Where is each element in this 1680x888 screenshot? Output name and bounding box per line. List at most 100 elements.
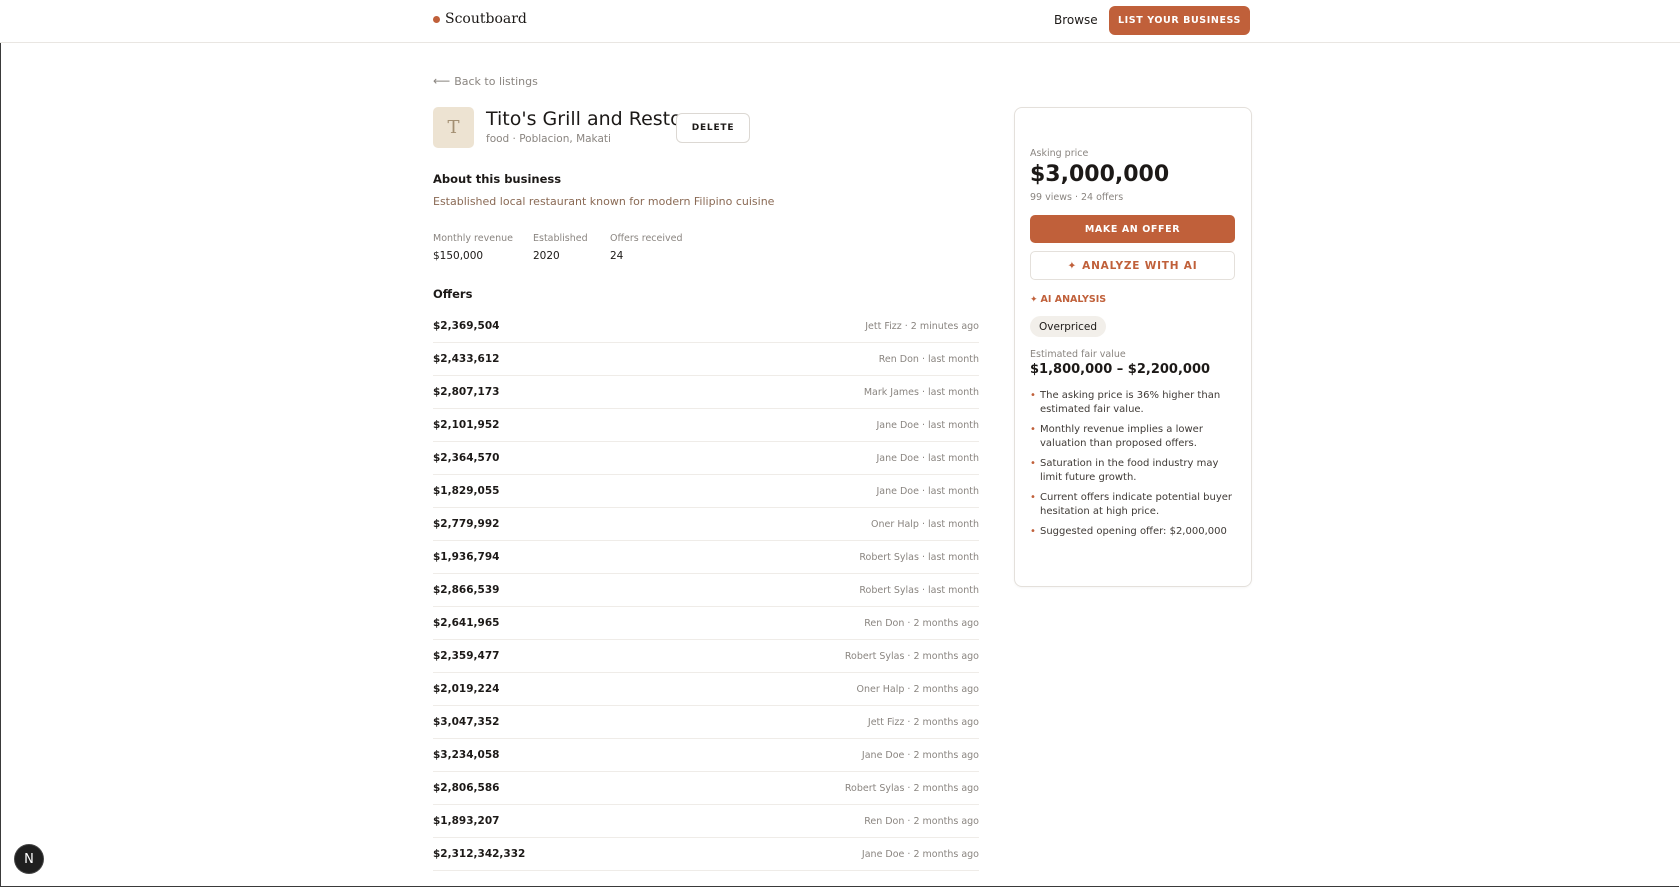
- offer-row: $2,641,965 Ren Don · 2 months ago: [433, 607, 979, 640]
- ai-analysis-point-text: Monthly revenue implies a lower valuatio…: [1040, 424, 1203, 449]
- logo-text: Scoutboard: [445, 11, 527, 27]
- ai-analysis-point: • Current offers indicate potential buyer…: [1030, 491, 1242, 519]
- offer-amount: $2,433,612: [433, 353, 500, 365]
- sparkle-icon: ✦: [1067, 259, 1078, 272]
- logo-dot-icon: [433, 15, 440, 23]
- analyze-with-ai-button[interactable]: ✦ ANALYZE WITH AI: [1030, 251, 1235, 280]
- offer-meta: Mark James · last month: [863, 386, 979, 398]
- fair-value-label: Estimated fair value: [1030, 349, 1126, 360]
- sparkle-icon: ✦: [1030, 294, 1038, 305]
- ai-analysis-text: AI ANALYSIS: [1040, 294, 1107, 305]
- offer-amount: $2,369,504: [433, 320, 500, 332]
- offer-row: $2,312,342,332 Jane Doe · 2 months ago: [433, 838, 979, 871]
- offer-row: $1,936,794 Robert Sylas · last month: [433, 541, 979, 574]
- offer-amount: $1,893,207: [433, 815, 500, 827]
- back-link-label: Back to listings: [454, 74, 538, 88]
- stat-label: Established: [533, 233, 588, 244]
- bullet-dot-icon: •: [1030, 492, 1036, 503]
- stat-label: Offers received: [610, 233, 683, 244]
- bullet-dot-icon: •: [1030, 424, 1036, 435]
- stat-established: Established 2020: [533, 233, 588, 262]
- offer-row: $2,019,224 Oner Halp · 2 months ago: [433, 673, 979, 706]
- business-avatar: T: [433, 107, 474, 148]
- offer-amount: $1,829,055: [433, 485, 500, 497]
- arrow-left-icon: ⟵: [433, 74, 451, 88]
- offer-row: $2,866,539 Robert Sylas · last month: [433, 574, 979, 607]
- analyze-button-label: ANALYZE WITH AI: [1082, 259, 1198, 272]
- business-title: Tito's Grill and Resto: [486, 108, 682, 130]
- stat-value: $150,000: [433, 250, 484, 262]
- stat-value: 24: [610, 250, 624, 262]
- offer-row: $2,433,612 Ren Don · last month: [433, 343, 979, 376]
- dev-tools-badge[interactable]: N: [15, 845, 43, 873]
- offer-row: $2,101,952 Jane Doe · last month: [433, 409, 979, 442]
- offer-meta: Jane Doe · last month: [876, 485, 979, 497]
- offer-amount: $2,779,992: [433, 518, 500, 530]
- offer-amount: $2,806,586: [433, 782, 500, 794]
- offers-heading: Offers: [433, 287, 473, 301]
- offer-amount: $2,359,477: [433, 650, 500, 662]
- offer-amount: $2,364,570: [433, 452, 500, 464]
- offer-row: $3,047,352 Jett Fizz · 2 months ago: [433, 706, 979, 739]
- ai-analysis-point: • The asking price is 36% higher than est…: [1030, 389, 1242, 417]
- offer-meta: Robert Sylas · 2 months ago: [844, 782, 979, 794]
- offer-amount: $3,047,352: [433, 716, 500, 728]
- ai-analysis-point: • Saturation in the food industry may lim…: [1030, 457, 1242, 485]
- offer-meta: Jane Doe · 2 months ago: [861, 749, 979, 761]
- offer-meta: Ren Don · 2 months ago: [864, 815, 979, 827]
- offer-meta: Jane Doe · 2 months ago: [861, 848, 979, 860]
- ai-analysis-points: • The asking price is 36% higher than est…: [1030, 389, 1242, 545]
- nav-browse-link[interactable]: Browse: [1054, 13, 1098, 27]
- offer-amount: $2,019,224: [433, 683, 500, 695]
- offer-meta: Jane Doe · last month: [876, 452, 979, 464]
- offer-meta: Robert Sylas · last month: [859, 584, 979, 596]
- ai-analysis-point: • Monthly revenue implies a lower valuati…: [1030, 423, 1242, 451]
- about-text: Established local restaurant known for m…: [433, 195, 775, 208]
- ai-analysis-point: • Suggested opening offer: $2,000,000: [1030, 525, 1242, 539]
- make-offer-button[interactable]: MAKE AN OFFER: [1030, 215, 1235, 243]
- asking-price: $3,000,000: [1030, 162, 1170, 187]
- offer-row: $2,806,586 Robert Sylas · 2 months ago: [433, 772, 979, 805]
- fair-value-range: $1,800,000 – $2,200,000: [1030, 362, 1211, 377]
- ai-analysis-point-text: The asking price is 36% higher than esti…: [1040, 390, 1221, 415]
- offer-amount: $2,641,965: [433, 617, 500, 629]
- asking-price-label: Asking price: [1030, 148, 1089, 159]
- list-your-business-button[interactable]: LIST YOUR BUSINESS: [1109, 6, 1250, 35]
- logo-link[interactable]: Scoutboard: [433, 11, 527, 27]
- bullet-dot-icon: •: [1030, 390, 1036, 401]
- offers-list: $2,369,504 Jett Fizz · 2 minutes ago $2,43…: [433, 310, 979, 871]
- stat-label: Monthly revenue: [433, 233, 513, 244]
- offer-row: $3,234,058 Jane Doe · 2 months ago: [433, 739, 979, 772]
- offer-amount: $2,312,342,332: [433, 848, 526, 860]
- bullet-dot-icon: •: [1030, 458, 1036, 469]
- offer-row: $2,779,992 Oner Halp · last month: [433, 508, 979, 541]
- offer-meta: Jett Fizz · 2 minutes ago: [865, 320, 979, 332]
- offer-row: $2,364,570 Jane Doe · last month: [433, 442, 979, 475]
- offer-amount: $2,866,539: [433, 584, 500, 596]
- offer-row: $2,807,173 Mark James · last month: [433, 376, 979, 409]
- stat-monthly-revenue: Monthly revenue $150,000: [433, 233, 513, 262]
- offer-meta: Ren Don · 2 months ago: [864, 617, 979, 629]
- verdict-badge: Overpriced: [1030, 316, 1107, 337]
- offer-meta: Oner Halp · 2 months ago: [856, 683, 980, 695]
- bullet-dot-icon: •: [1030, 526, 1036, 537]
- delete-button[interactable]: DELETE: [676, 113, 750, 143]
- about-heading: About this business: [433, 172, 562, 186]
- offer-meta: Robert Sylas · 2 months ago: [844, 650, 979, 662]
- pricing-card: Asking price $3,000,000 99 views · 24 of…: [1014, 107, 1252, 587]
- offer-row: $2,359,477 Robert Sylas · 2 months ago: [433, 640, 979, 673]
- offer-row: $1,829,055 Jane Doe · last month: [433, 475, 979, 508]
- back-to-listings-link[interactable]: ⟵ Back to listings: [433, 74, 538, 88]
- offer-row: $2,369,504 Jett Fizz · 2 minutes ago: [433, 310, 979, 343]
- ai-analysis-point-text: Saturation in the food industry may limi…: [1040, 458, 1219, 483]
- business-subtitle: food · Poblacion, Makati: [486, 133, 611, 145]
- offer-amount: $1,936,794: [433, 551, 500, 563]
- offer-meta: Oner Halp · last month: [871, 518, 979, 530]
- ai-analysis-point-text: Suggested opening offer: $2,000,000: [1040, 526, 1227, 537]
- offer-meta: Robert Sylas · last month: [859, 551, 979, 563]
- stat-value: 2020: [533, 250, 560, 262]
- offer-meta: Jane Doe · last month: [876, 419, 979, 431]
- offer-meta: Ren Don · last month: [878, 353, 979, 365]
- offer-meta: Jett Fizz · 2 months ago: [867, 716, 979, 728]
- offer-amount: $2,101,952: [433, 419, 500, 431]
